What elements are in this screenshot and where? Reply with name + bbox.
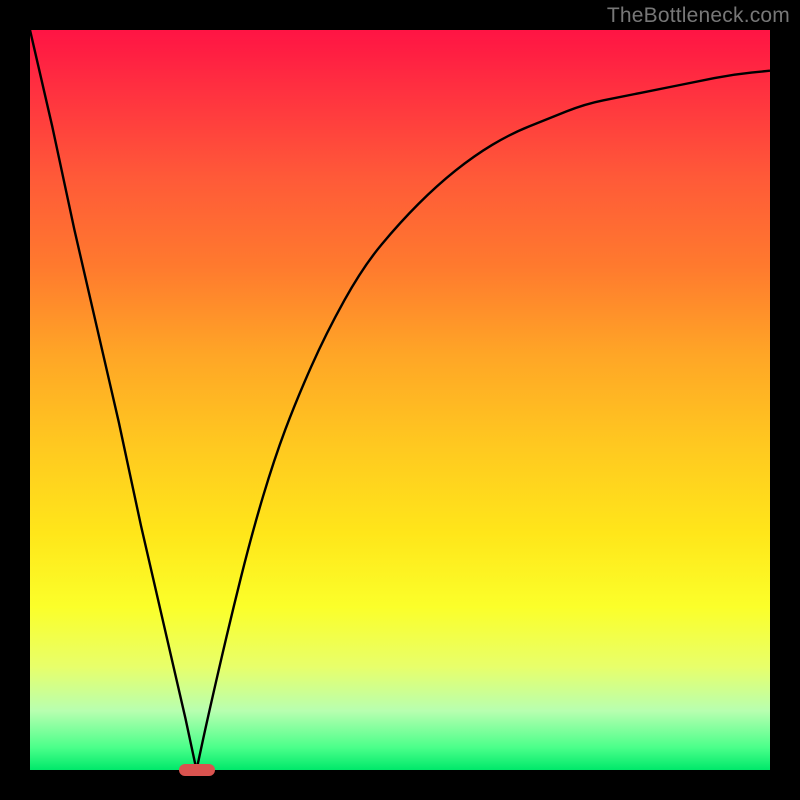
curve-left-branch (30, 30, 197, 770)
min-marker (179, 764, 215, 776)
chart-stage: TheBottleneck.com (0, 0, 800, 800)
watermark-text: TheBottleneck.com (607, 4, 790, 28)
curve-right-branch (197, 71, 771, 770)
plot-area (30, 30, 770, 770)
curve-layer (30, 30, 770, 770)
